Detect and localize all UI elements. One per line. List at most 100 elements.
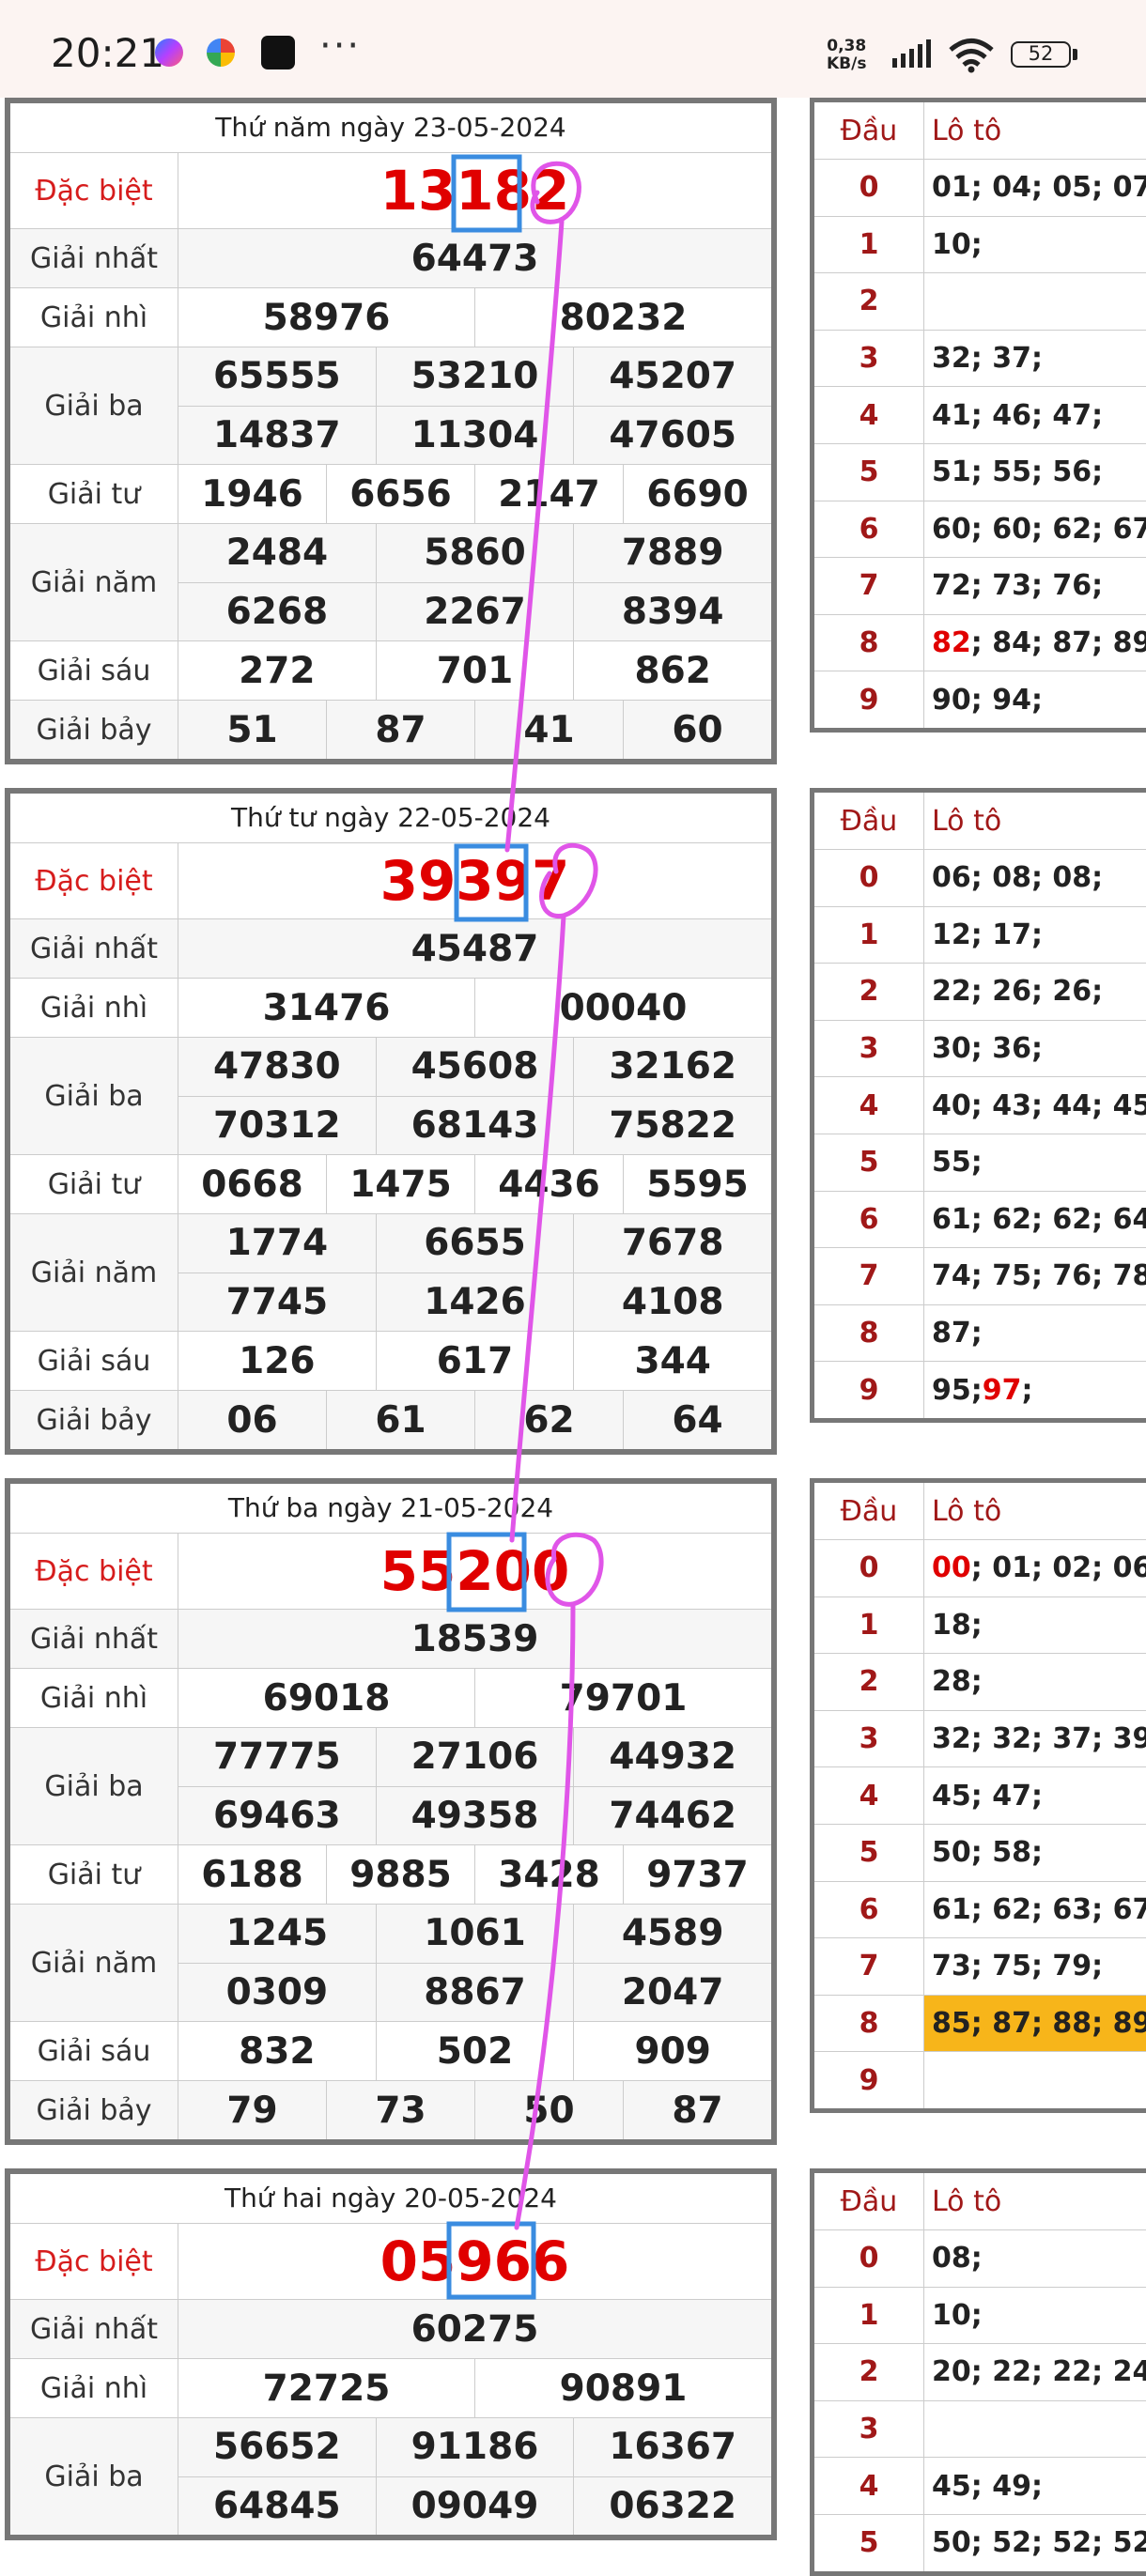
prize-subrow: 272 701 862 [178, 641, 771, 700]
prize-row-g1: Giải nhất 60275 [10, 2300, 771, 2359]
prize-subrow: 56652 91186 16367 [178, 2418, 771, 2477]
prize-values: 1774 6655 7678 7745 1426 4108 [178, 1214, 771, 1331]
prize-number: 6655 [377, 1214, 575, 1273]
prize-number: 1245 [178, 1905, 377, 1963]
prize-number: 69018 [178, 1669, 475, 1727]
prize-row-g1: Giải nhất 45487 [10, 919, 771, 979]
dau-digit: 5 [814, 1824, 924, 1881]
dau-digit: 5 [814, 2514, 924, 2571]
prize-number: 41 [475, 701, 624, 759]
prize-label: Giải nhất [10, 229, 178, 287]
prize-label: Giải nhất [10, 2300, 178, 2358]
prize-number: 50 [475, 2081, 624, 2139]
prize-subrow: 47830 45608 32162 [178, 1038, 771, 1097]
prize-number: 6268 [178, 582, 377, 640]
prize-row-g4: Giải tư 6188 9885 3428 9737 [10, 1845, 771, 1905]
status-bar: 20:21 ··· 0,38 KB/s 52 [0, 0, 1146, 98]
prize-subrow: 69018 79701 [178, 1669, 771, 1727]
prize-number: 60 [672, 708, 723, 751]
special-prize-number: 05966 [379, 2229, 570, 2293]
dau-digit: 1 [814, 1597, 924, 1654]
prize-values: 2484 5860 7889 6268 2267 8394 [178, 524, 771, 640]
prize-number: 11304 [377, 406, 575, 464]
prize-number: 49358 [377, 1786, 575, 1844]
prize-values: 69018 79701 [178, 1669, 771, 1727]
special-loto: 00 [932, 1551, 971, 1585]
loto-rest: ; 84; 87; 89; [970, 626, 1146, 660]
special-prize-number: 55200 [379, 1539, 570, 1603]
prize-values: 47830 45608 32162 70312 68143 75822 [178, 1038, 771, 1154]
loto-header-label: Lô tô [932, 1494, 1002, 1528]
prize-row-g3: Giải ba 77775 27106 44932 69463 49358 74462 [10, 1728, 771, 1845]
prize-values: 77775 27106 44932 69463 49358 74462 [178, 1728, 771, 1844]
prize-number: 9737 [646, 1853, 749, 1896]
prize-subrow: 77775 27106 44932 [178, 1728, 771, 1787]
prize-number: 4436 [475, 1155, 624, 1213]
dau-digit: 7 [814, 1248, 924, 1304]
prize-subrow: 60275 [178, 2300, 771, 2358]
loto-row: 7 73; 75; 79; [814, 1938, 1146, 1996]
prize-subrow: 65555 53210 45207 [178, 347, 771, 407]
prize-number: 4108 [621, 1280, 724, 1323]
prize-subrow: 1245 1061 4589 [178, 1905, 771, 1964]
prize-subrow: 70312 68143 75822 [178, 1096, 771, 1154]
prize-number: 1774 [178, 1214, 377, 1273]
loto-values: 85; 87; 88; 89; [924, 1995, 1146, 2052]
loto-values: 28; [932, 1665, 983, 1699]
prize-number: 502 [377, 2022, 575, 2080]
loto-values: 61; 62; 63; 67; [932, 1892, 1146, 1926]
prize-row-db: Đặc biệt 13182 [10, 153, 771, 229]
dau-digit: 8 [814, 1304, 924, 1362]
loto-row: 5 55; [814, 1134, 1146, 1192]
prize-number: 701 [377, 641, 575, 700]
prize-row-g2: Giải nhì 69018 79701 [10, 1669, 771, 1728]
prize-subrow: 05966 [178, 2224, 771, 2299]
dau-digit: 1 [814, 906, 924, 964]
loto-values: 50; 52; 52; 52; [932, 2526, 1146, 2560]
loto-row: 7 72; 73; 76; [814, 558, 1146, 615]
prize-subrow: 832 502 909 [178, 2022, 771, 2080]
loto-values: 45; 47; [932, 1779, 1043, 1812]
loto-row: 6 60; 60; 62; 67; [814, 501, 1146, 559]
prize-number: 09049 [377, 2476, 575, 2535]
prize-number: 909 [634, 2029, 711, 2073]
prize-number: 64 [672, 1398, 723, 1442]
prize-number: 32162 [609, 1045, 737, 1088]
prize-subrow: 72725 90891 [178, 2359, 771, 2417]
prize-subrow: 45487 [178, 919, 771, 978]
loto-row: 7 74; 75; 76; 78; [814, 1248, 1146, 1305]
prize-number: 6188 [178, 1845, 327, 1904]
prize-number: 5595 [646, 1163, 749, 1206]
draw-date: Thứ hai ngày 20-05-2024 [10, 2174, 771, 2224]
prize-row-g3: Giải ba 65555 53210 45207 14837 11304 47605 [10, 347, 771, 465]
prize-number: 87 [327, 701, 475, 759]
loto-row: 1 12; 17; [814, 906, 1146, 964]
prize-row-g6: Giải sáu 832 502 909 [10, 2022, 771, 2081]
dau-header: Đầu [814, 1483, 924, 1539]
loto-table: Đầu Lô tô 0 08; 1 10; 2 20; 22; 22; 24; 3 4 45; 49… [810, 2168, 1146, 2576]
prize-number: 69463 [178, 1786, 377, 1844]
prize-number: 14837 [178, 406, 377, 464]
prize-number: 60275 [410, 2307, 539, 2351]
loto-values: 74; 75; 76; 78; [932, 1259, 1146, 1293]
loto-row: 9 [814, 2052, 1146, 2108]
special-loto: 82 [932, 626, 971, 660]
prize-number: 344 [634, 1339, 711, 1382]
loto-row: 3 30; 36; [814, 1020, 1146, 1078]
dau-digit: 2 [814, 273, 924, 330]
loto-row: 3 [814, 2400, 1146, 2459]
loto-row: 3 32; 37; [814, 330, 1146, 388]
prize-label: Giải sáu [10, 641, 178, 700]
loto-values: 00; 01; 02; 06; [924, 1540, 1146, 1597]
prize-number: 5860 [377, 524, 575, 582]
prize-number: 9885 [327, 1845, 475, 1904]
loto-values [924, 2401, 1146, 2458]
loto-row: 4 45; 49; [814, 2458, 1146, 2515]
prize-subrow: 69463 49358 74462 [178, 1786, 771, 1844]
tiktok-icon [261, 36, 295, 69]
prize-label: Giải ba [10, 1728, 178, 1844]
dau-digit: 3 [814, 330, 924, 387]
loto-row: 0 06; 08; 08; [814, 850, 1146, 907]
prize-row-g7: Giải bảy 79 73 50 87 [10, 2081, 771, 2139]
dau-digit: 8 [814, 1995, 924, 2052]
